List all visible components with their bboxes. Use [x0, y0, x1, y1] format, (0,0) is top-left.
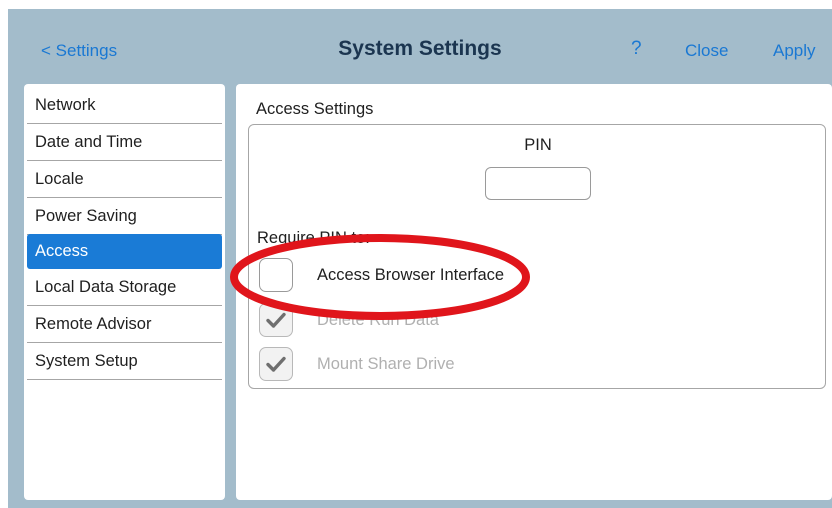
settings-sidebar: Network Date and Time Locale Power Savin… [24, 84, 225, 500]
check-icon [266, 312, 286, 328]
sidebar-item-date-and-time[interactable]: Date and Time [27, 124, 222, 161]
access-browser-interface-checkbox[interactable] [259, 258, 293, 292]
check-icon [266, 356, 286, 372]
sidebar-item-network[interactable]: Network [27, 87, 222, 124]
option-mount-share-drive: Mount Share Drive [259, 347, 455, 381]
system-settings-window: < Settings System Settings ? Close Apply… [8, 9, 832, 508]
sidebar-item-power-saving[interactable]: Power Saving [27, 198, 222, 235]
help-button[interactable]: ? [631, 38, 642, 60]
section-title: Access Settings [256, 100, 374, 118]
sidebar-item-access[interactable]: Access [27, 234, 222, 269]
pin-label: PIN [524, 136, 552, 154]
delete-run-data-checkbox[interactable] [259, 303, 293, 337]
pin-input[interactable] [485, 167, 591, 200]
sidebar-item-local-data-storage[interactable]: Local Data Storage [27, 269, 222, 306]
apply-button[interactable]: Apply [773, 41, 816, 61]
require-pin-label: Require PIN to: [257, 229, 370, 247]
option-delete-run-data: Delete Run Data [259, 303, 439, 337]
access-settings-panel: PIN Require PIN to: Access Browser Inter… [248, 124, 826, 389]
option-access-browser-interface: Access Browser Interface [259, 258, 504, 292]
access-browser-interface-label: Access Browser Interface [317, 265, 505, 284]
close-button[interactable]: Close [685, 41, 728, 61]
header-bar: < Settings System Settings ? Close Apply [8, 9, 832, 84]
mount-share-drive-label: Mount Share Drive [317, 354, 455, 373]
access-settings-content: Access Settings PIN Require PIN to: Acce… [236, 84, 832, 500]
back-to-settings-link[interactable]: < Settings [41, 41, 117, 61]
delete-run-data-label: Delete Run Data [317, 310, 439, 329]
sidebar-item-system-setup[interactable]: System Setup [27, 343, 222, 380]
sidebar-item-locale[interactable]: Locale [27, 161, 222, 198]
sidebar-item-remote-advisor[interactable]: Remote Advisor [27, 306, 222, 343]
mount-share-drive-checkbox[interactable] [259, 347, 293, 381]
